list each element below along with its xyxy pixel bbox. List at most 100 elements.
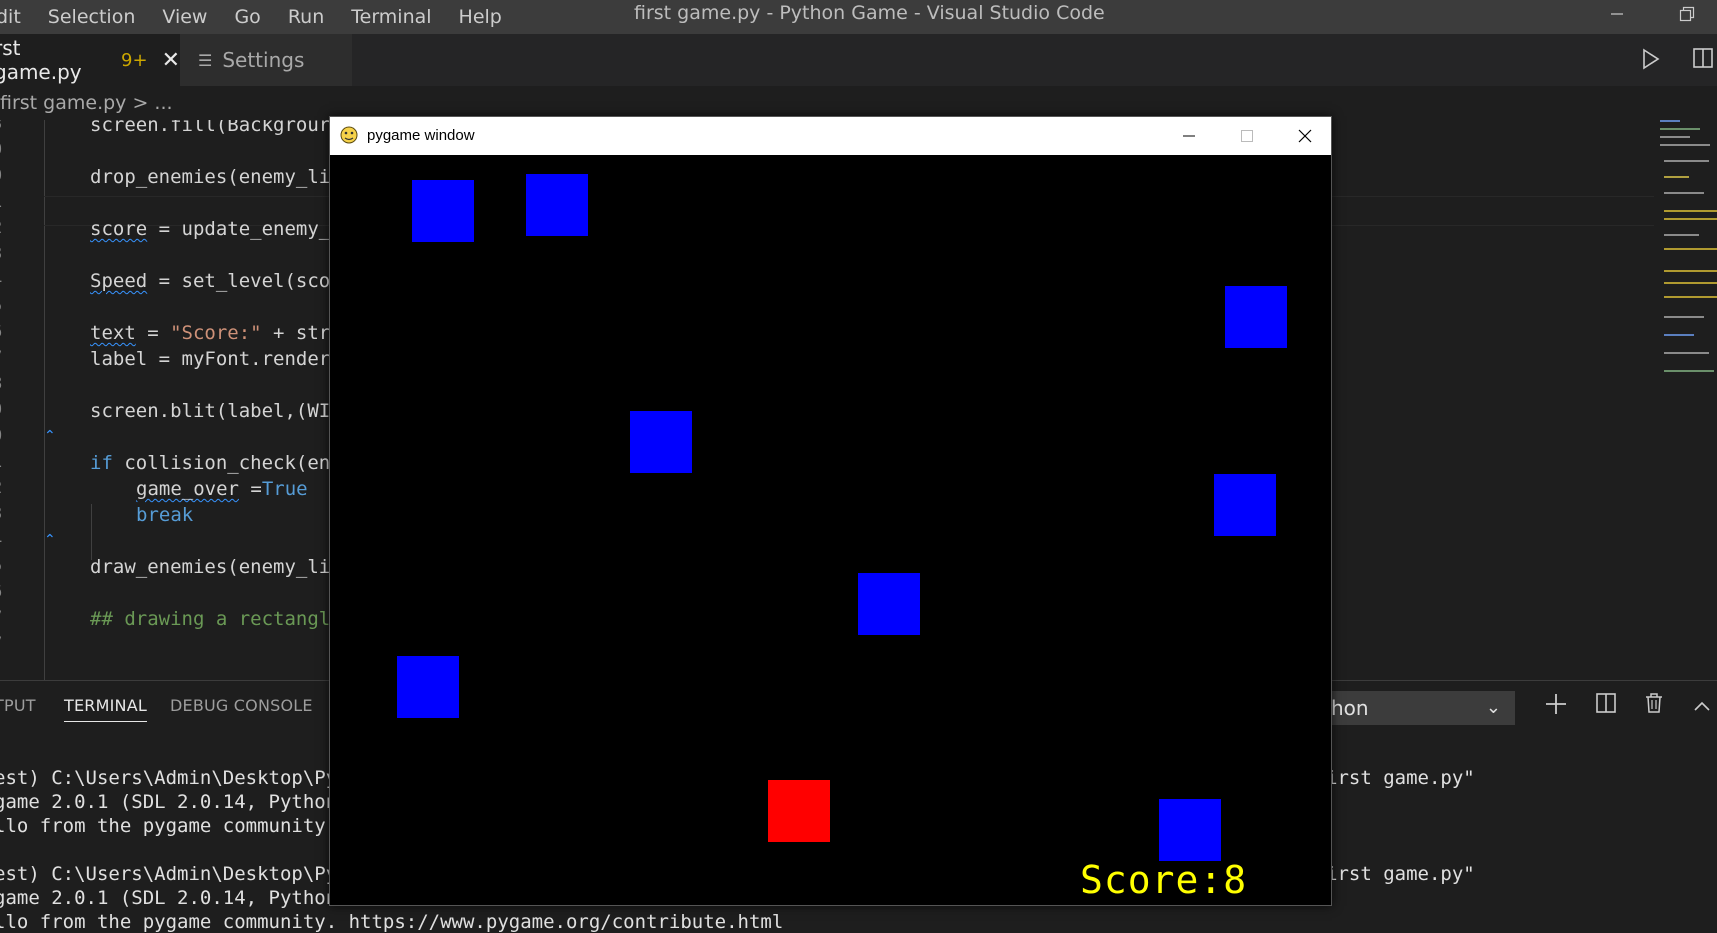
pygame-close-button[interactable]: [1276, 117, 1334, 155]
code-token: =: [135, 322, 171, 344]
minimize-icon: [1183, 135, 1195, 137]
split-editor-icon: [1693, 48, 1713, 68]
tab-terminal[interactable]: TERMINAL: [64, 681, 147, 722]
minimap-line: [1664, 160, 1709, 162]
line-number: 1: [0, 452, 2, 472]
enemy-block: [1159, 799, 1221, 861]
tab-output[interactable]: TPUT: [0, 681, 36, 731]
code-token: = update_enemy_: [147, 218, 331, 240]
line-number: 9: [0, 140, 2, 160]
line-number: 7: [0, 348, 2, 368]
code-line: label = myFont.render: [90, 348, 331, 370]
menu-view[interactable]: View: [162, 6, 207, 28]
terminal-line: game 2.0.1 (SDL 2.0.14, Python: [0, 887, 338, 909]
minimap-line: [1660, 120, 1680, 122]
game-canvas[interactable]: Score:8: [330, 155, 1331, 905]
close-icon: [1298, 129, 1312, 143]
terminal-line: llo from the pygame community. https://w…: [0, 911, 784, 933]
menu-bar: dit Selection View Go Run Terminal Help: [0, 0, 529, 34]
code-token: score: [90, 218, 148, 240]
chevron-up-icon: [1694, 701, 1710, 711]
pygame-maximize-button[interactable]: [1218, 117, 1276, 155]
tab-debug-console[interactable]: DEBUG CONSOLE: [170, 681, 313, 731]
line-number: 2: [0, 218, 2, 238]
enemy-block: [858, 573, 920, 635]
menu-help[interactable]: Help: [459, 6, 502, 28]
code-line: screen.blit(label,(WI: [90, 400, 331, 422]
minimap-line: [1664, 296, 1717, 298]
tab-first-game[interactable]: rst game.py 9+ ✕: [0, 34, 180, 86]
terminal-line: llo from the pygame community.: [0, 815, 338, 837]
line-number: 5: [0, 556, 2, 576]
enemy-block: [1214, 474, 1276, 536]
minimap-line: [1664, 270, 1717, 272]
terminal-line: game 2.0.1 (SDL 2.0.14, Python: [0, 791, 338, 813]
line-number: 6: [0, 582, 2, 602]
score-label: Score:8: [1080, 858, 1248, 902]
pygame-window[interactable]: pygame window Score:8: [329, 116, 1332, 906]
line-number: 7: [0, 608, 2, 628]
terminal-select[interactable]: hon ⌄: [1311, 691, 1515, 725]
code-line: text = "Score:" + str: [90, 322, 330, 344]
fold-chevron-icon[interactable]: ⌃: [44, 428, 56, 444]
run-button[interactable]: [1641, 48, 1661, 74]
settings-list-icon: ☰: [198, 50, 213, 70]
code-keyword: True: [261, 478, 308, 500]
code-token: =: [238, 478, 262, 500]
editor-tab-bar: rst game.py 9+ ✕ ☰ Settings: [0, 34, 1717, 86]
menu-run[interactable]: Run: [288, 6, 324, 28]
enemy-block: [630, 411, 692, 473]
minimize-button[interactable]: [1594, 0, 1640, 28]
code-string: "Score:": [170, 322, 262, 344]
restore-icon: [1679, 6, 1695, 22]
code-line: if collision_check(en: [90, 452, 330, 474]
code-keyword: if: [90, 452, 113, 474]
plus-icon: [1546, 694, 1566, 714]
menu-terminal[interactable]: Terminal: [351, 6, 431, 28]
indent-guide: [91, 504, 92, 560]
fold-chevron-icon[interactable]: ⌃: [44, 532, 56, 548]
tab-settings[interactable]: ☰ Settings: [180, 34, 352, 86]
python-snake-icon: [340, 126, 358, 144]
code-token: game_over: [136, 478, 239, 500]
menu-edit[interactable]: dit: [0, 6, 21, 28]
close-icon[interactable]: ✕: [162, 48, 180, 73]
new-terminal-button[interactable]: [1545, 693, 1567, 719]
pygame-minimize-button[interactable]: [1160, 117, 1218, 155]
kill-terminal-button[interactable]: [1645, 693, 1663, 717]
code-token: = set_level(sco: [147, 270, 331, 292]
restore-button[interactable]: [1664, 0, 1710, 28]
tab-label: Settings: [222, 48, 305, 72]
enemy-block: [526, 174, 588, 236]
minimap-line: [1664, 334, 1694, 336]
minimize-icon: [1611, 13, 1623, 15]
code-line: break: [136, 504, 193, 526]
terminal-select-value: hon: [1331, 696, 1369, 720]
menu-go[interactable]: Go: [234, 6, 260, 28]
maximize-icon: [1241, 130, 1253, 142]
minimap-line: [1660, 144, 1710, 146]
line-number: 0: [0, 426, 2, 446]
trash-icon: [1646, 693, 1662, 713]
line-number: 6: [0, 322, 2, 342]
minimap[interactable]: [1652, 120, 1717, 400]
line-number: 3: [0, 504, 2, 524]
maximize-panel-button[interactable]: [1693, 693, 1711, 717]
line-number: 5: [0, 296, 2, 316]
code-line: drop_enemies(enemy_li: [90, 166, 331, 188]
line-number: 8: [0, 374, 2, 394]
minimap-line: [1664, 370, 1714, 372]
minimap-line: [1664, 192, 1704, 194]
breadcrumb[interactable]: first game.py > ...: [0, 86, 173, 120]
code-token: Speed: [90, 270, 148, 292]
title-bar: dit Selection View Go Run Terminal Help …: [0, 0, 1717, 34]
menu-selection[interactable]: Selection: [48, 6, 136, 28]
split-terminal-button[interactable]: [1596, 693, 1616, 717]
split-editor-button[interactable]: [1692, 47, 1714, 73]
window-title: first game.py - Python Game - Visual Stu…: [634, 2, 1105, 24]
line-number: 3: [0, 120, 2, 134]
minimap-line: [1664, 352, 1709, 354]
pygame-title-bar[interactable]: pygame window: [330, 117, 1331, 155]
player-block: [768, 780, 830, 842]
terminal-line: est) C:\Users\Admin\Desktop\Pyt: [0, 767, 349, 789]
